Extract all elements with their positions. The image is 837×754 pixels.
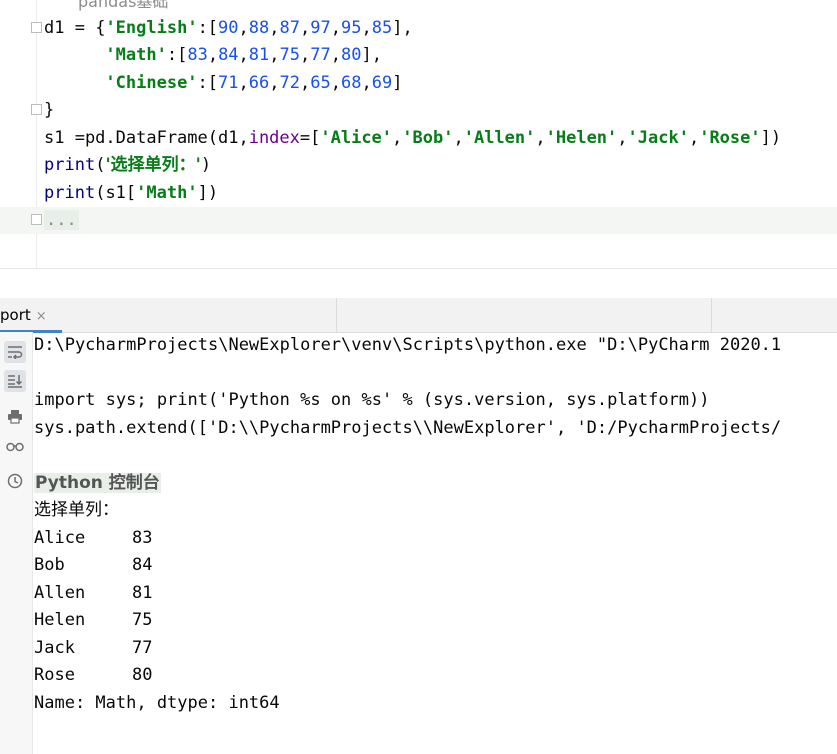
- close-icon[interactable]: ×: [36, 309, 47, 324]
- console-import-line: import sys; print('Python %s on %s' % (s…: [34, 390, 710, 410]
- series-row: Alice 83: [34, 528, 153, 548]
- header-separator: [711, 298, 712, 332]
- code-editor[interactable]: pandas基础 d1 = {'English':[90,88,87,97,95…: [0, 0, 837, 268]
- code-line-8: ...: [44, 207, 79, 234]
- soft-wrap-icon[interactable]: [4, 341, 26, 363]
- code-line-5: s1 =pd.DataFrame(d1,index=['Alice','Bob'…: [44, 128, 782, 148]
- console-output[interactable]: D:\PycharmProjects\NewExplorer\venv\Scri…: [34, 332, 837, 754]
- header-comment: pandas基础: [78, 0, 169, 11]
- series-row: Bob 84: [34, 555, 153, 575]
- code-line-1: d1 = {'English':[90,88,87,97,95,85],: [44, 18, 413, 38]
- series-row: Allen 81: [34, 583, 153, 603]
- collapsed-region[interactable]: ...: [44, 210, 79, 230]
- series-row: Jack 77: [34, 638, 153, 658]
- scroll-to-end-icon[interactable]: [4, 370, 26, 392]
- series-row: Helen 75: [34, 610, 153, 630]
- history-icon[interactable]: [4, 470, 26, 492]
- run-window-header: port ×: [0, 298, 837, 333]
- output-label: 选择单列：: [34, 500, 119, 520]
- code-line-7: print(s1['Math']): [44, 183, 219, 203]
- console-path-line: sys.path.extend(['D:\\PycharmProjects\\N…: [34, 418, 782, 438]
- fold-marker[interactable]: [31, 104, 42, 115]
- code-line-2: 'Math':[83,84,81,75,77,80],: [105, 45, 382, 65]
- series-footer: Name: Math, dtype: int64: [34, 693, 280, 713]
- series-row: Rose 80: [34, 665, 153, 685]
- glasses-icon[interactable]: [4, 436, 26, 458]
- fold-marker[interactable]: [31, 22, 42, 33]
- print-icon[interactable]: [4, 405, 26, 427]
- console-toolbar: [0, 332, 33, 754]
- run-tab[interactable]: port ×: [0, 298, 62, 333]
- console-title: Python 控制台: [34, 473, 161, 493]
- current-line-highlight: [0, 207, 837, 234]
- fold-marker[interactable]: [31, 214, 42, 225]
- code-line-4: }: [44, 100, 55, 120]
- run-tab-label: port: [0, 306, 31, 324]
- console-command-line: D:\PycharmProjects\NewExplorer\venv\Scri…: [34, 335, 782, 355]
- editor-divider[interactable]: [0, 268, 837, 299]
- code-line-3: 'Chinese':[71,66,72,65,68,69]: [105, 73, 403, 93]
- code-line-6: print('选择单列：'): [44, 155, 212, 175]
- header-separator: [336, 298, 337, 332]
